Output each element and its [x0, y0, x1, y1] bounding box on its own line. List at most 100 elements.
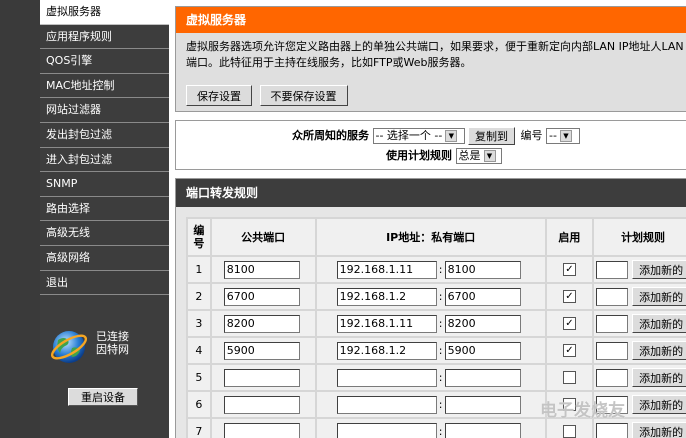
ip-private-cell: :: [314, 390, 547, 419]
enable-cell: ✓: [544, 255, 595, 284]
save-settings-button[interactable]: 保存设置: [186, 85, 252, 106]
add-new-button[interactable]: 添加新的: [632, 287, 686, 306]
virtual-server-panel: 虚拟服务器 虚拟服务器选项允许您定义路由器上的单独公共端口，如果要求，便于重新定…: [175, 6, 686, 112]
sidebar-item-qos[interactable]: QOS引擎: [40, 49, 169, 74]
ip-address-input[interactable]: 192.168.1.2: [336, 341, 437, 360]
add-new-button[interactable]: 添加新的: [632, 368, 686, 387]
schedule-cell: 添加新的: [592, 363, 686, 392]
public-port-input[interactable]: [223, 395, 300, 414]
row-number: 6: [186, 390, 212, 419]
public-port-cell: [209, 390, 317, 419]
status-text: 已连接 因特网: [96, 330, 156, 356]
ip-address-input[interactable]: 192.168.1.11: [336, 314, 437, 333]
status-connected: 已连接: [96, 330, 129, 343]
main-content: 虚拟服务器 虚拟服务器选项允许您定义路由器上的单独公共端口，如果要求，便于重新定…: [169, 0, 686, 438]
service-select-value: -- 选择一个 --: [375, 129, 443, 142]
schedule-select[interactable]: 总是 ▼: [455, 148, 502, 164]
ip-address-input[interactable]: [336, 422, 437, 438]
public-port-input[interactable]: 8100: [223, 260, 300, 279]
ip-address-input[interactable]: 192.168.1.11: [336, 260, 437, 279]
copy-to-button[interactable]: 复制到: [468, 127, 515, 145]
enable-checkbox[interactable]: ✓: [562, 317, 576, 331]
public-port-input[interactable]: 5900: [223, 341, 300, 360]
enable-checkbox[interactable]: ✓: [562, 263, 576, 277]
private-port-input[interactable]: [444, 368, 521, 387]
schedule-select-value: 总是: [458, 149, 481, 162]
table-row: 4 5900 192.168.1.2:5900 ✓ 添加新的: [186, 336, 686, 365]
enable-cell: [544, 363, 595, 392]
number-select-value: --: [549, 129, 557, 142]
chevron-down-icon: ▼: [559, 130, 572, 142]
sidebar-item-adv-network[interactable]: 高级网络: [40, 246, 169, 271]
chevron-down-icon: ▼: [483, 150, 496, 162]
reboot-button[interactable]: 重启设备: [68, 388, 138, 406]
private-port-input[interactable]: [444, 395, 521, 414]
enable-checkbox[interactable]: ✓: [562, 290, 576, 304]
sidebar-item-snmp[interactable]: SNMP: [40, 172, 169, 197]
sidebar-item-routing[interactable]: 路由选择: [40, 197, 169, 222]
schedule-label: 使用计划规则: [386, 149, 452, 162]
ip-private-cell: 192.168.1.2:5900: [314, 336, 547, 365]
enable-checkbox[interactable]: [562, 371, 576, 385]
ip-port-separator: :: [438, 397, 443, 411]
ip-address-input[interactable]: [336, 368, 437, 387]
ip-port-separator: :: [438, 424, 443, 438]
public-port-input[interactable]: [223, 422, 300, 438]
sidebar-item-web-filter[interactable]: 网站过滤器: [40, 98, 169, 123]
private-port-input[interactable]: [444, 422, 521, 438]
ip-private-cell: 192.168.1.11:8200: [314, 309, 547, 338]
public-port-cell: 5900: [209, 336, 317, 365]
ip-address-input[interactable]: 192.168.1.2: [336, 287, 437, 306]
schedule-input[interactable]: [596, 314, 629, 333]
sidebar-item-logout[interactable]: 退出: [40, 271, 169, 296]
private-port-input[interactable]: 8100: [444, 260, 521, 279]
number-select[interactable]: -- ▼: [546, 128, 580, 144]
ip-private-cell: :: [314, 363, 547, 392]
schedule-input[interactable]: [596, 260, 629, 279]
public-port-input[interactable]: 6700: [223, 287, 300, 306]
ip-port-separator: :: [438, 316, 443, 330]
sidebar-item-outbound-filter[interactable]: 发出封包过滤: [40, 123, 169, 148]
enable-cell: ✓: [544, 309, 595, 338]
sidebar-item-inbound-filter[interactable]: 进入封包过滤: [40, 148, 169, 173]
public-port-input[interactable]: [223, 368, 300, 387]
row-number: 7: [186, 417, 212, 438]
public-port-input[interactable]: 8200: [223, 314, 300, 333]
schedule-cell: 添加新的: [592, 336, 686, 365]
private-port-input[interactable]: 8200: [444, 314, 521, 333]
page-title: 虚拟服务器: [176, 7, 686, 33]
private-port-input[interactable]: 5900: [444, 341, 521, 360]
sidebar-item-app-rules[interactable]: 应用程序规则: [40, 25, 169, 50]
schedule-input[interactable]: [596, 368, 629, 387]
sidebar: 虚拟服务器 应用程序规则 QOS引擎 MAC地址控制 网站过滤器 发出封包过滤 …: [40, 0, 169, 438]
page-description: 虚拟服务器选项允许您定义路由器上的单独公共端口，如果要求，便于重新定向内部LAN…: [186, 40, 684, 69]
sidebar-item-adv-wireless[interactable]: 高级无线: [40, 221, 169, 246]
private-port-input[interactable]: 6700: [444, 287, 521, 306]
public-port-cell: [209, 417, 317, 438]
internet-globe-icon: [50, 331, 88, 363]
sidebar-item-virtual-server[interactable]: 虚拟服务器: [40, 0, 169, 25]
schedule-input[interactable]: [596, 287, 629, 306]
header-ip-private: IP地址：私有端口: [314, 217, 547, 257]
ip-address-input[interactable]: [336, 395, 437, 414]
public-port-cell: 8100: [209, 255, 317, 284]
service-select[interactable]: -- 选择一个 -- ▼: [372, 128, 465, 144]
enable-checkbox[interactable]: ✓: [562, 344, 576, 358]
known-services-panel: 众所周知的服务 -- 选择一个 -- ▼ 复制到 编号 -- ▼ 使用计划规则 总是…: [175, 120, 686, 170]
row-number: 2: [186, 282, 212, 311]
schedule-input[interactable]: [596, 341, 629, 360]
schedule-cell: 添加新的: [592, 255, 686, 284]
add-new-button[interactable]: 添加新的: [632, 260, 686, 279]
enable-cell: ✓: [544, 336, 595, 365]
sidebar-item-mac-control[interactable]: MAC地址控制: [40, 74, 169, 99]
table-row: 5: 添加新的: [186, 363, 686, 392]
chevron-down-icon: ▼: [445, 130, 458, 142]
add-new-button[interactable]: 添加新的: [632, 341, 686, 360]
row-number: 1: [186, 255, 212, 284]
ip-private-cell: 192.168.1.2:6700: [314, 282, 547, 311]
dont-save-button[interactable]: 不要保存设置: [259, 85, 348, 106]
public-port-cell: 6700: [209, 282, 317, 311]
known-services-row: 众所周知的服务 -- 选择一个 -- ▼ 复制到 编号 -- ▼: [292, 126, 580, 146]
add-new-button[interactable]: 添加新的: [632, 314, 686, 333]
schedule-cell: 添加新的: [592, 282, 686, 311]
